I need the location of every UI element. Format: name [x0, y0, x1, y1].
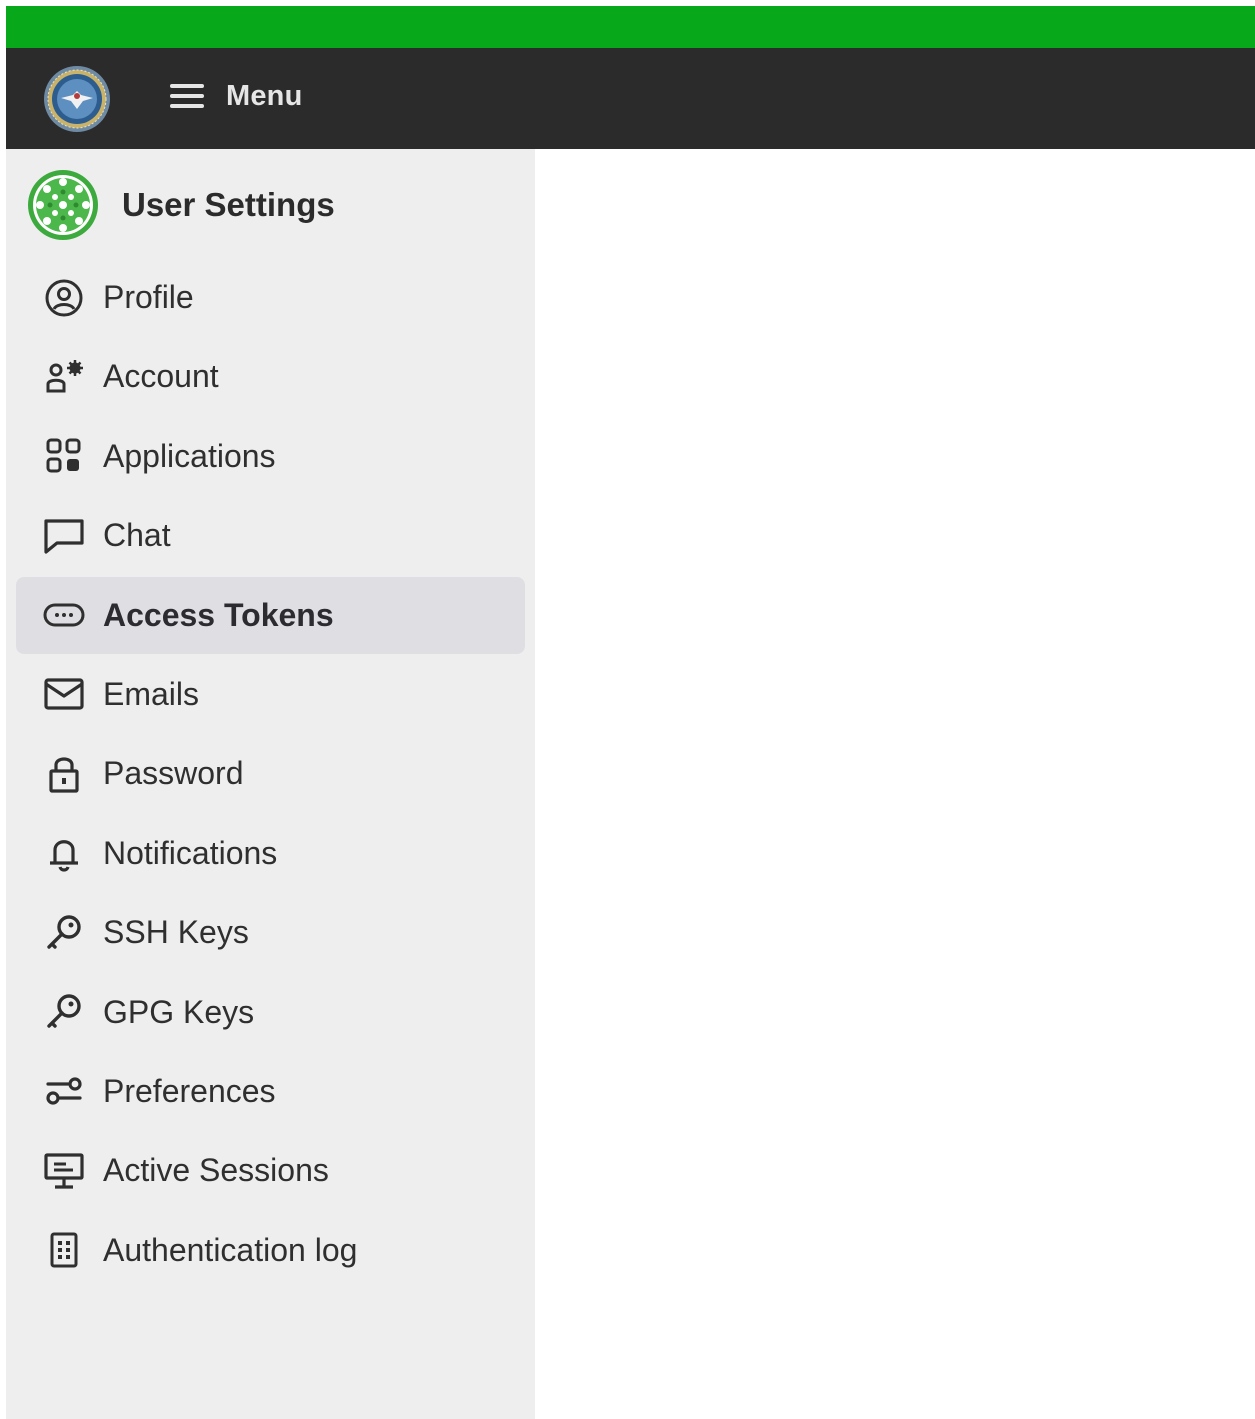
monitor-icon [43, 1150, 85, 1192]
chat-bubble-icon [43, 515, 85, 557]
department-seal-icon[interactable] [43, 65, 111, 133]
token-icon [43, 594, 85, 636]
sidebar-item-label: Preferences [103, 1072, 276, 1109]
sidebar-item-label: Access Tokens [103, 596, 334, 633]
sidebar-item-label: Applications [103, 437, 276, 474]
sidebar-item-gpg-keys[interactable]: GPG Keys [16, 974, 525, 1051]
sidebar-item-label: Chat [103, 517, 171, 554]
key-icon [43, 912, 85, 954]
settings-sidebar: User Settings Profile Account Applicatio… [6, 149, 535, 1419]
sidebar-item-notifications[interactable]: Notifications [16, 815, 525, 892]
bell-icon [43, 832, 85, 874]
sidebar-item-account[interactable]: Account [16, 338, 525, 415]
lock-icon [43, 753, 85, 795]
green-ring-logo-icon [28, 170, 98, 240]
menu-toggle-button[interactable]: Menu [170, 76, 303, 116]
sidebar-item-preferences[interactable]: Preferences [16, 1053, 525, 1130]
top-navbar: Menu [6, 48, 1255, 149]
sidebar-header: User Settings [26, 167, 335, 243]
sidebar-item-emails[interactable]: Emails [16, 656, 525, 733]
sidebar-item-ssh-keys[interactable]: SSH Keys [16, 894, 525, 971]
sidebar-item-chat[interactable]: Chat [16, 497, 525, 574]
sidebar-item-active-sessions[interactable]: Active Sessions [16, 1132, 525, 1209]
sidebar-item-label: SSH Keys [103, 914, 249, 951]
preferences-icon [43, 1070, 85, 1112]
app-frame: Menu User Settings Profile Account Appli… [6, 6, 1255, 1419]
envelope-icon [43, 673, 85, 715]
sidebar-title: User Settings [122, 186, 335, 223]
sidebar-item-authentication-log[interactable]: Authentication log [16, 1212, 525, 1289]
user-circle-icon [43, 277, 85, 319]
sidebar-item-label: Password [103, 755, 244, 792]
main-content [535, 149, 1255, 1419]
hamburger-icon [170, 84, 204, 108]
user-gear-icon [43, 356, 85, 398]
apps-grid-icon [43, 435, 85, 477]
log-icon [43, 1229, 85, 1271]
sidebar-item-profile[interactable]: Profile [16, 259, 525, 336]
sidebar-item-access-tokens[interactable]: Access Tokens [16, 576, 525, 654]
sidebar-item-label: Account [103, 358, 219, 395]
key-icon [43, 991, 85, 1033]
sidebar-item-label: Emails [103, 675, 200, 712]
sidebar-item-label: Active Sessions [103, 1152, 329, 1189]
sidebar-item-label: Notifications [103, 834, 278, 871]
sidebar-item-label: Authentication log [103, 1231, 358, 1268]
settings-nav: Profile Account Applications Chat Access… [16, 259, 525, 1291]
sidebar-item-label: GPG Keys [103, 993, 255, 1030]
sidebar-item-label: Profile [103, 279, 194, 315]
classification-banner [6, 6, 1255, 48]
menu-label: Menu [226, 79, 303, 112]
sidebar-item-password[interactable]: Password [16, 735, 525, 812]
sidebar-item-applications[interactable]: Applications [16, 418, 525, 495]
